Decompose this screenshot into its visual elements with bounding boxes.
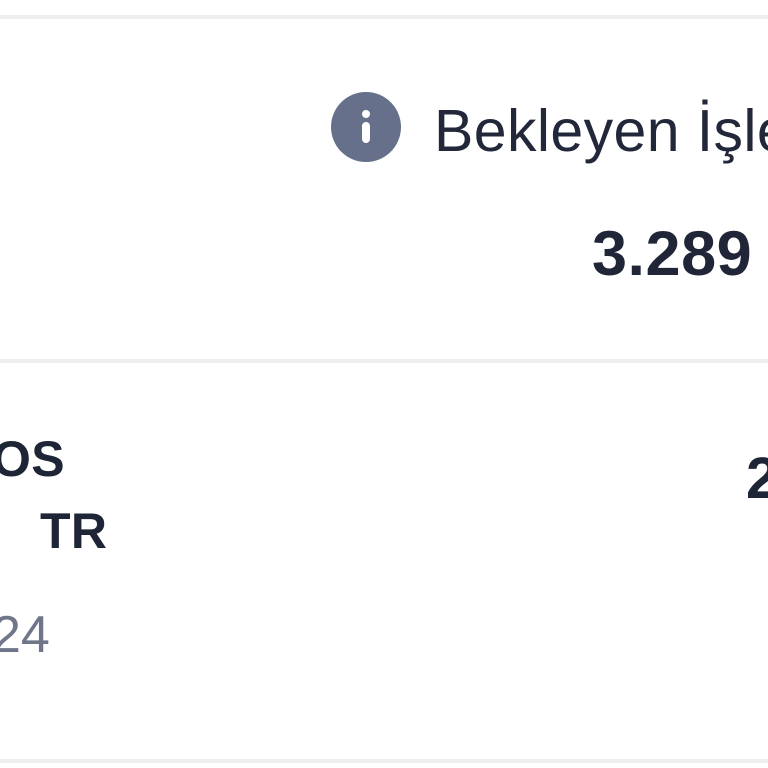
- pending-transactions-label: Bekleyen İşle: [434, 98, 768, 164]
- bottom-divider: [0, 759, 768, 763]
- info-icon[interactable]: [331, 92, 401, 162]
- transaction-row[interactable]: [0, 363, 768, 759]
- merchant-name-line-1: OS: [0, 431, 65, 487]
- pending-transactions-amount: 3.289: [592, 219, 753, 289]
- transaction-date: 24: [0, 606, 50, 664]
- transaction-amount: 2: [746, 446, 768, 511]
- merchant-name-line-2: TR: [40, 503, 108, 559]
- pending-transactions-screen: Bekleyen İşle 3.289 OS TR 24 2: [0, 0, 768, 768]
- pending-transactions-summary: [0, 19, 768, 359]
- info-glyph-icon: [362, 110, 370, 143]
